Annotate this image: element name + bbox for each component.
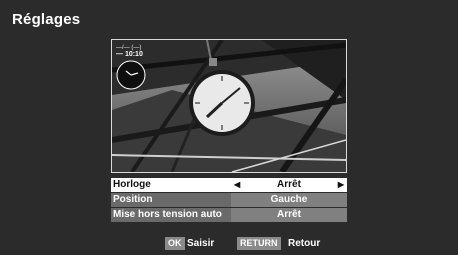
station-clock-photo (112, 40, 346, 172)
osd-time-text: — 10:10 (116, 51, 143, 58)
footer-key-guide: OK Saisir RETURN Retour (0, 237, 458, 251)
ok-key-label: Saisir (187, 238, 215, 249)
menu-item-value: Arrêt (277, 179, 301, 190)
arrow-left-icon[interactable]: ◀ (234, 178, 240, 192)
return-key-label: Retour (288, 238, 321, 249)
settings-screen: Réglages —/— (—) — 10:10 Horloge ◀ Arrêt… (0, 0, 458, 255)
menu-item-horloge[interactable]: Horloge ◀ Arrêt ▶ (111, 178, 347, 192)
clock-preview-image: —/— (—) — 10:10 (111, 39, 347, 173)
settings-menu: Horloge ◀ Arrêt ▶ Position Gauche Mise h… (111, 178, 347, 222)
menu-item-label: Position (111, 193, 231, 207)
menu-item-position[interactable]: Position Gauche (111, 193, 347, 207)
menu-item-auto-power-off[interactable]: Mise hors tension auto Arrêt (111, 208, 347, 222)
menu-item-label: Mise hors tension auto (111, 208, 231, 222)
menu-item-value: Gauche (231, 193, 347, 207)
menu-item-value-selector[interactable]: ◀ Arrêt ▶ (231, 178, 347, 192)
arrow-right-icon[interactable]: ▶ (338, 178, 344, 192)
menu-item-label: Horloge (111, 178, 231, 192)
return-key-badge[interactable]: RETURN (237, 237, 281, 250)
page-title: Réglages (12, 11, 81, 28)
ok-key-badge[interactable]: OK (165, 237, 185, 250)
menu-item-value: Arrêt (231, 208, 347, 222)
